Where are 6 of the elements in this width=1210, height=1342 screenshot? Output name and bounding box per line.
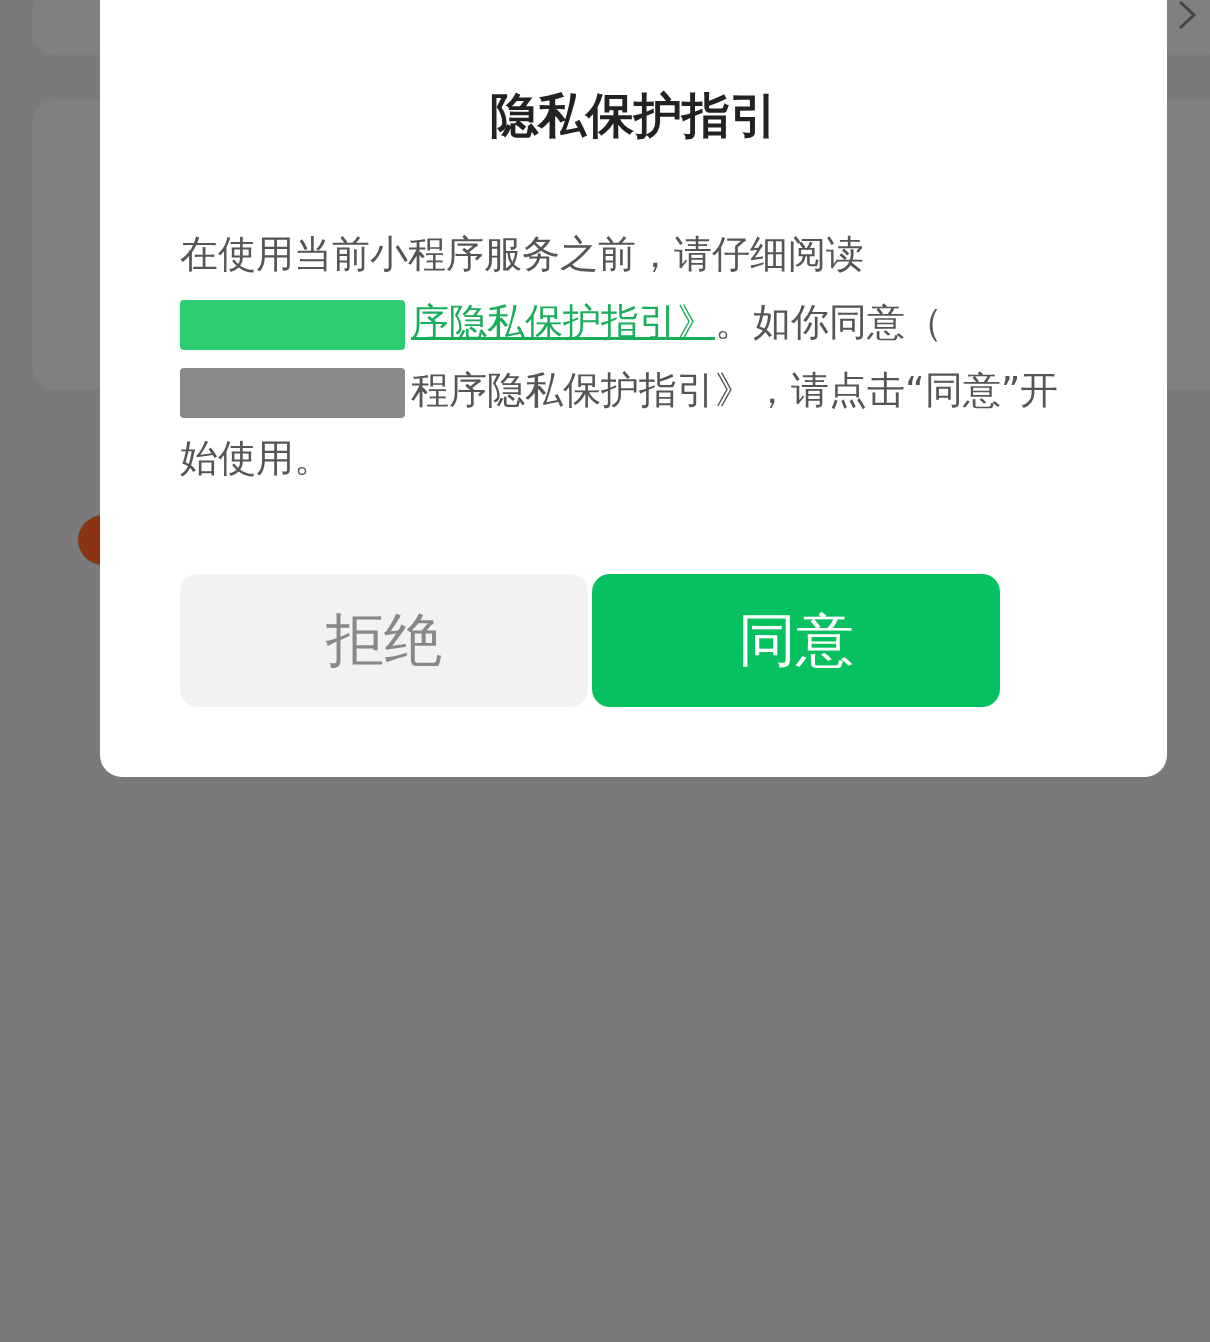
dialog-title: 隐私保护指引	[488, 86, 779, 145]
privacy-link[interactable]: 序隐私保护指引》	[411, 300, 715, 344]
chevron-right-icon[interactable]	[1176, 0, 1198, 30]
dialog-message: 在使用当前小程序服务之前，请仔细阅读 序隐私保护指引》。如你同意（ 程序隐私保护指引》，请点击“同意”开始使用。	[180, 231, 1060, 482]
agree-button[interactable]: 同意	[592, 574, 1000, 707]
reject-button[interactable]: 拒绝	[180, 574, 588, 707]
